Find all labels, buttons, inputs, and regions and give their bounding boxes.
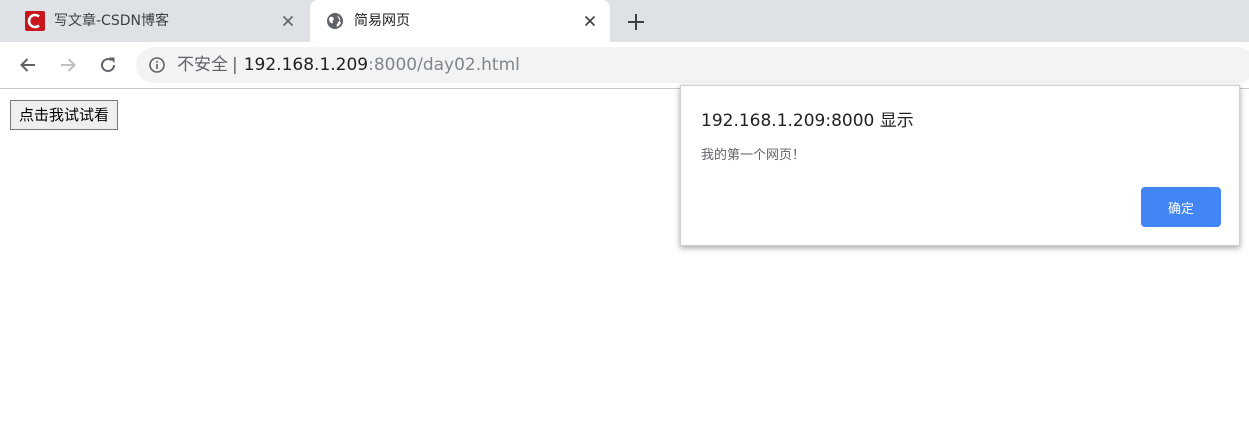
plus-icon[interactable] — [624, 10, 648, 34]
url-text: 不安全 | 192.168.1.209:8000/day02.html — [177, 55, 520, 75]
close-icon[interactable] — [280, 13, 296, 29]
back-arrow-icon[interactable] — [16, 53, 40, 77]
security-label: 不安全 — [177, 55, 228, 75]
reload-icon[interactable] — [96, 53, 120, 77]
browser-toolbar: 不安全 | 192.168.1.209:8000/day02.html — [0, 42, 1249, 89]
tab-title: 简易网页 — [354, 13, 410, 29]
tab-strip: 写文章-CSDN博客 简易网页 — [0, 0, 1249, 42]
info-icon[interactable] — [148, 56, 166, 74]
tab-simple-page[interactable]: 简易网页 — [310, 0, 610, 42]
address-bar[interactable]: 不安全 | 192.168.1.209:8000/day02.html — [136, 47, 1249, 83]
forward-arrow-icon[interactable] — [56, 53, 80, 77]
globe-icon — [327, 13, 343, 29]
url-host: 192.168.1.209 — [243, 55, 369, 75]
dialog-title: 192.168.1.209:8000 显示 — [701, 111, 914, 131]
url-path: :8000/day02.html — [368, 55, 520, 75]
tab-title: 写文章-CSDN博客 — [54, 13, 169, 29]
csdn-logo-icon — [25, 11, 45, 31]
ok-button[interactable]: 确定 — [1141, 187, 1221, 227]
alert-dialog: 192.168.1.209:8000 显示 我的第一个网页！ 确定 — [680, 85, 1240, 246]
try-me-button[interactable]: 点击我试试看 — [10, 100, 119, 130]
tab-csdn[interactable]: 写文章-CSDN博客 — [12, 0, 308, 42]
dialog-message: 我的第一个网页！ — [701, 148, 806, 163]
close-icon[interactable] — [582, 13, 598, 29]
url-separator: | — [232, 55, 238, 75]
